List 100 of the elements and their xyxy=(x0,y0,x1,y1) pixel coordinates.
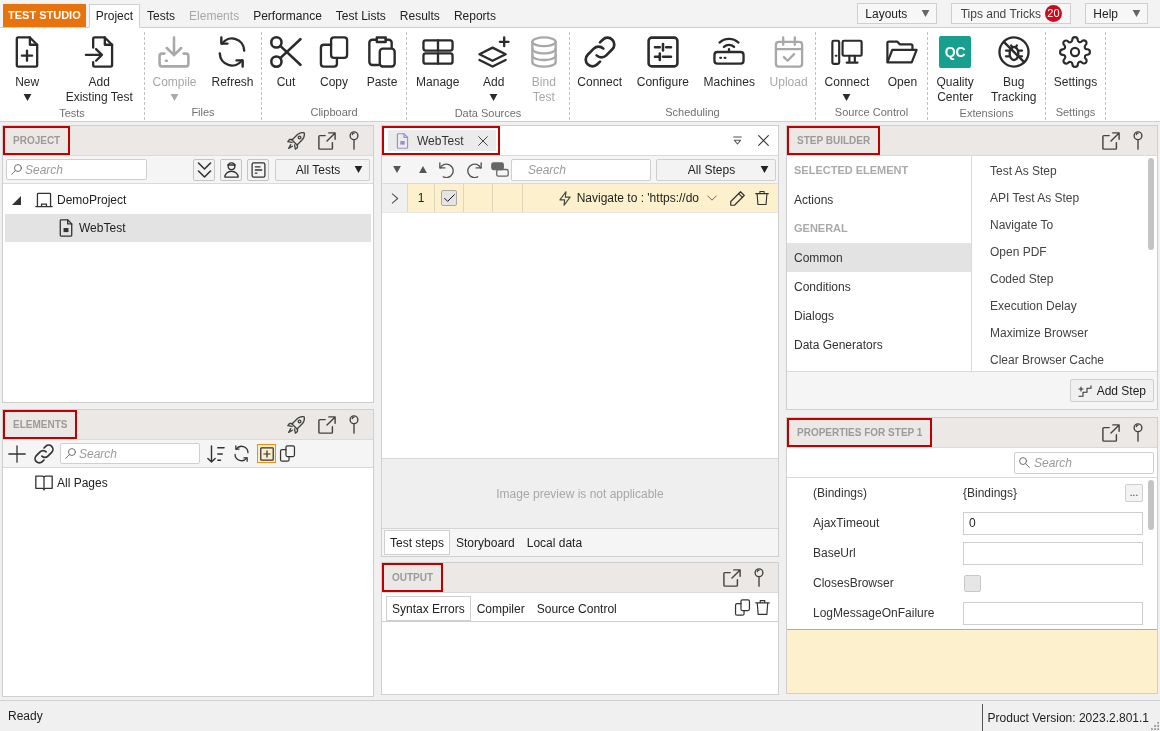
menu-dropdown[interactable]: Layouts xyxy=(857,3,938,24)
menu-dropdown[interactable]: Help xyxy=(1085,3,1148,24)
search-field[interactable]: Search xyxy=(6,159,147,180)
category-item[interactable]: Conditions xyxy=(787,272,971,301)
copy-icon[interactable] xyxy=(734,599,751,616)
document-button[interactable] xyxy=(247,158,269,181)
ribbon-tab[interactable]: Performance xyxy=(246,4,329,27)
category-item[interactable]: Data Generators xyxy=(787,330,971,359)
pencil-icon[interactable] xyxy=(730,190,745,206)
undo-icon[interactable] xyxy=(439,161,455,178)
text-field[interactable]: 0 xyxy=(963,511,1143,535)
step-type-item[interactable]: Open PDF xyxy=(972,238,1148,265)
ribbon-button[interactable]: Settings xyxy=(1050,36,1101,90)
filter-dropdown[interactable]: All Steps xyxy=(656,158,776,181)
ribbon-button[interactable]: Copy xyxy=(315,36,353,90)
ribbon-button[interactable]: Machines xyxy=(700,36,758,90)
copy-icon[interactable] xyxy=(279,445,296,462)
search-field[interactable]: Search xyxy=(511,158,651,181)
add-step-button[interactable]: Add Step xyxy=(1069,379,1154,402)
ribbon-tab[interactable]: Project xyxy=(88,4,141,28)
document-tab[interactable]: WebTest xyxy=(382,126,500,155)
filter-dropdown[interactable]: All Tests xyxy=(275,158,370,181)
screens-icon[interactable] xyxy=(491,162,509,177)
expanded-arrow-icon[interactable] xyxy=(12,195,21,205)
step-type-item[interactable]: Clear Browser Cache xyxy=(972,346,1148,371)
step-type-item[interactable]: API Test As Step xyxy=(972,184,1148,211)
step-type-item[interactable]: Navigate To xyxy=(972,211,1148,238)
trash-icon[interactable] xyxy=(755,190,769,206)
tips-button[interactable]: Tips and Tricks 20 xyxy=(951,3,1072,24)
menu-dropdown-icon[interactable] xyxy=(733,136,742,145)
chevron-down-icon[interactable] xyxy=(707,195,717,201)
ribbon-button[interactable]: Open xyxy=(883,36,922,90)
view-tab[interactable]: Local data xyxy=(520,530,589,555)
scrollbar-thumb[interactable] xyxy=(1148,158,1154,250)
close-icon[interactable] xyxy=(478,135,488,146)
move-up-icon[interactable] xyxy=(418,166,428,173)
trash-icon[interactable] xyxy=(755,599,770,616)
ribbon-tab[interactable]: Test Lists xyxy=(328,4,393,27)
collapse-button[interactable] xyxy=(193,158,215,181)
tree-item[interactable]: DemoProject xyxy=(5,186,371,214)
ellipsis-button[interactable]: ... xyxy=(1125,484,1143,502)
resize-grip-icon[interactable] xyxy=(1151,722,1159,730)
view-tab[interactable]: Test steps xyxy=(384,530,451,555)
step-type-item[interactable]: Maximize Browser xyxy=(972,319,1148,346)
output-tab[interactable]: Compiler xyxy=(470,596,531,621)
link-icon[interactable] xyxy=(34,443,54,464)
search-field[interactable]: Search xyxy=(1014,451,1154,474)
ribbon-button[interactable]: Cut xyxy=(267,36,305,90)
ribbon-tab[interactable]: Results xyxy=(392,4,447,27)
search-field[interactable]: Search xyxy=(60,443,200,464)
ribbon-tab[interactable]: Tests xyxy=(140,4,183,27)
pin-icon[interactable] xyxy=(349,131,359,150)
ribbon-button[interactable]: Configure xyxy=(633,36,692,90)
rocket-icon[interactable] xyxy=(287,131,305,150)
checkbox[interactable] xyxy=(964,574,981,592)
ribbon-button[interactable]: New xyxy=(8,36,47,101)
step-row[interactable]: 1 Navigate to : 'https://do xyxy=(382,184,778,213)
popout-icon[interactable] xyxy=(1102,131,1120,150)
tree-item[interactable]: All Pages xyxy=(5,469,371,497)
redo-icon[interactable] xyxy=(466,161,482,178)
popout-icon[interactable] xyxy=(1102,423,1120,442)
ribbon-button[interactable]: Connect xyxy=(574,36,626,90)
tree-item[interactable]: WebTest xyxy=(5,214,371,242)
close-icon[interactable] xyxy=(758,135,769,146)
move-down-icon[interactable] xyxy=(392,166,402,173)
sort-icon[interactable] xyxy=(207,444,225,463)
text-field[interactable] xyxy=(963,601,1143,625)
checkbox[interactable] xyxy=(441,190,457,206)
chevron-right-icon[interactable] xyxy=(390,192,399,204)
pin-icon[interactable] xyxy=(1133,131,1143,150)
popout-icon[interactable] xyxy=(318,131,336,150)
user-button[interactable] xyxy=(220,158,242,181)
view-tab[interactable]: Storyboard xyxy=(450,530,521,555)
ribbon-button[interactable]: Bug Tracking xyxy=(987,36,1040,105)
ribbon-button[interactable]: QC Quality Center xyxy=(933,36,977,105)
ribbon-button[interactable]: Add xyxy=(474,36,513,101)
output-tab[interactable]: Source Control xyxy=(530,596,623,621)
category-item[interactable]: Common xyxy=(787,243,971,272)
pin-icon[interactable] xyxy=(754,568,764,587)
category-item[interactable]: Actions xyxy=(787,185,971,214)
toggle-button[interactable] xyxy=(257,444,276,463)
popout-icon[interactable] xyxy=(723,568,741,587)
step-type-item[interactable]: Coded Step xyxy=(972,265,1148,292)
step-type-item[interactable]: Test As Step xyxy=(972,157,1148,184)
category-item[interactable]: Dialogs xyxy=(787,301,971,330)
refresh-icon[interactable] xyxy=(233,445,250,462)
text-field[interactable] xyxy=(963,541,1143,565)
ribbon-button[interactable]: Refresh xyxy=(208,36,257,90)
pin-icon[interactable] xyxy=(1133,423,1143,442)
add-icon[interactable] xyxy=(8,444,26,463)
ribbon-tab[interactable]: Reports xyxy=(446,4,503,27)
output-tab[interactable]: Syntax Errors xyxy=(386,596,471,621)
ribbon-button[interactable]: Add Existing Test xyxy=(62,36,136,105)
step-type-item[interactable]: Execution Delay xyxy=(972,292,1148,319)
popout-icon[interactable] xyxy=(318,415,336,434)
scrollbar-thumb[interactable] xyxy=(1148,480,1154,530)
pin-icon[interactable] xyxy=(349,415,359,434)
ribbon-button[interactable]: Paste xyxy=(363,36,401,90)
rocket-icon[interactable] xyxy=(287,415,305,434)
ribbon-button[interactable]: Connect xyxy=(821,36,873,101)
